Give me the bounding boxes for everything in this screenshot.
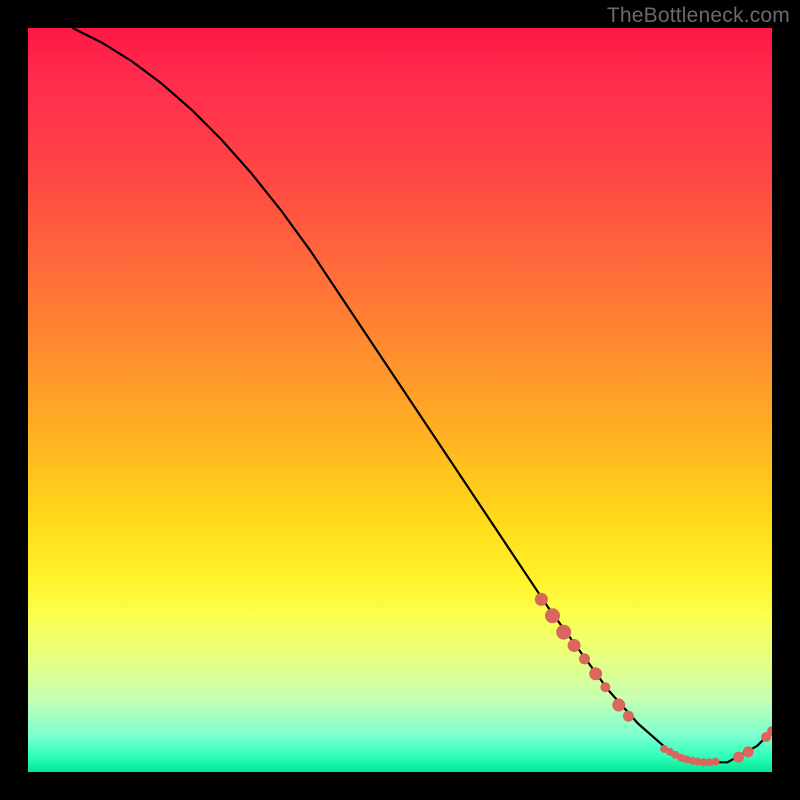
curve-marker xyxy=(568,640,580,652)
curve-marker xyxy=(623,711,633,721)
curve-marker xyxy=(613,699,625,711)
curve-marker xyxy=(743,747,753,757)
curve-marker xyxy=(601,683,610,692)
curve-marker xyxy=(712,758,719,765)
curve-marker xyxy=(768,727,773,736)
curve-marker xyxy=(580,654,590,664)
chart-svg xyxy=(28,28,772,772)
curve-marker xyxy=(590,668,602,680)
curve-marker xyxy=(546,609,560,623)
marker-group xyxy=(535,593,772,765)
watermark-label: TheBottleneck.com xyxy=(607,4,790,28)
curve-marker xyxy=(734,752,744,762)
curve-marker xyxy=(535,593,547,605)
bottleneck-curve-line xyxy=(73,28,772,762)
curve-marker xyxy=(557,625,571,639)
chart-plot-area xyxy=(28,28,772,772)
